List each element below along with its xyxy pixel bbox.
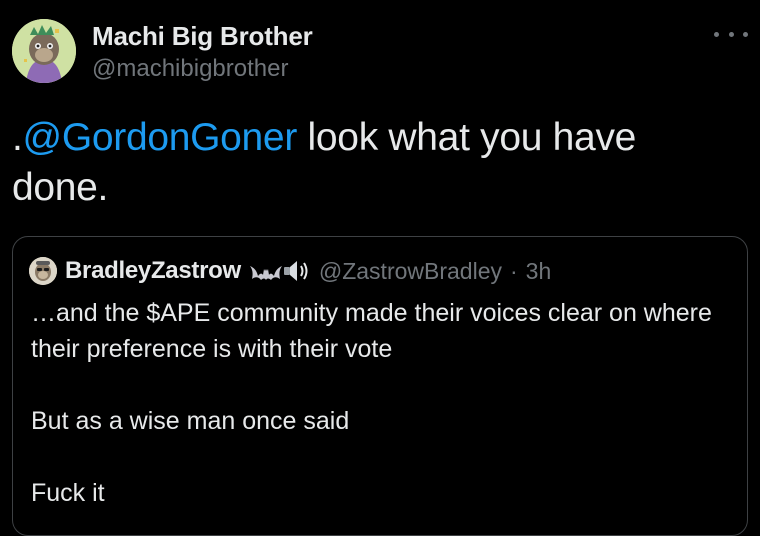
speaker-icon bbox=[283, 261, 308, 281]
quoted-tweet-header: BradleyZastrow @ZastrowBradley · 3h bbox=[29, 255, 551, 287]
tweet-prefix: . bbox=[12, 116, 23, 159]
quoted-author-avatar bbox=[29, 257, 57, 285]
author-avatar[interactable] bbox=[12, 19, 76, 83]
more-options-icon[interactable] bbox=[714, 24, 748, 44]
more-dot bbox=[714, 31, 719, 37]
tweet-header: Machi Big Brother @machibigbrother bbox=[12, 16, 748, 86]
quoted-name-emojis bbox=[249, 259, 311, 283]
quoted-separator: · bbox=[509, 257, 518, 284]
quoted-line: But as a wise man once said bbox=[31, 407, 350, 435]
quoted-handle[interactable]: @ZastrowBradley bbox=[319, 258, 502, 285]
quoted-line: …and the $APE community made their voice… bbox=[31, 299, 712, 363]
quoted-display-name[interactable]: BradleyZastrow bbox=[65, 257, 241, 285]
author-display-name[interactable]: Machi Big Brother bbox=[92, 20, 313, 52]
mention-link[interactable]: @GordonGoner bbox=[23, 116, 298, 159]
more-dot bbox=[743, 31, 748, 37]
author-handle[interactable]: @machibigbrother bbox=[92, 54, 313, 84]
ape-avatar-icon bbox=[29, 257, 57, 285]
ape-avatar-icon bbox=[12, 19, 76, 83]
more-dot bbox=[728, 31, 734, 37]
tweet-text: .@GordonGoner look what you have done. bbox=[12, 113, 742, 213]
author-names: Machi Big Brother @machibigbrother bbox=[92, 20, 313, 84]
quoted-line: Fuck it bbox=[31, 479, 105, 507]
quoted-timestamp[interactable]: 3h bbox=[526, 258, 552, 285]
quoted-tweet-text: …and the $APE community made their voice… bbox=[31, 295, 736, 511]
bat-icon bbox=[249, 266, 282, 280]
quoted-tweet[interactable]: BradleyZastrow @ZastrowBradley · 3h …and… bbox=[12, 236, 748, 536]
